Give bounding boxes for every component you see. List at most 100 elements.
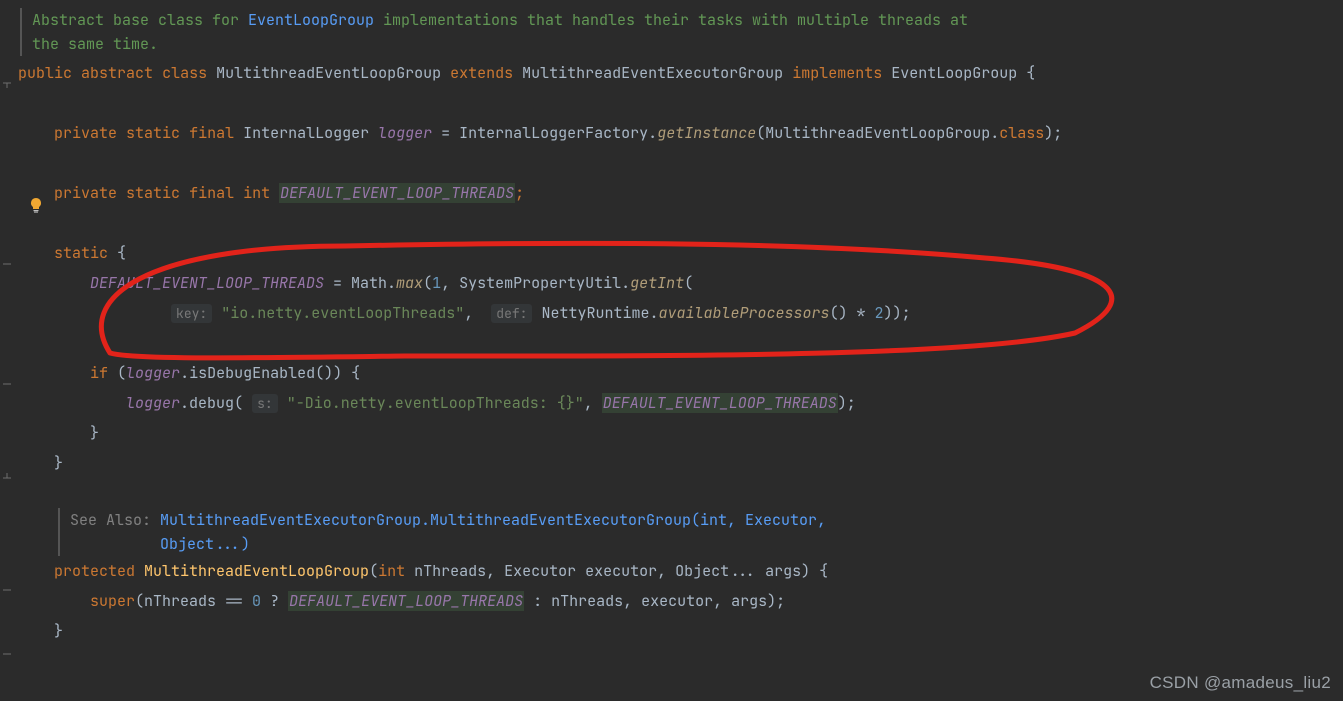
field-ref: logger (126, 363, 180, 383)
kw-static: static (126, 123, 180, 143)
cls-ref: SystemPropertyUtil. (459, 273, 630, 293)
code-line[interactable]: } (0, 448, 1343, 478)
blank-line[interactable] (0, 148, 1343, 178)
doc-see: See Also: (70, 510, 151, 530)
doc-link[interactable]: MultithreadEventExecutorGroup.Multithrea… (160, 510, 826, 530)
fold-marker-icon[interactable] (0, 258, 14, 272)
kw-super: super (90, 591, 135, 611)
field-ref: logger (126, 393, 180, 413)
code-line[interactable]: key: "io.netty.eventLoopThreads", def: N… (0, 298, 1343, 328)
eq: = (432, 123, 459, 143)
method-call: availableProcessors (659, 303, 830, 323)
string-literal: "-Dio.netty.eventLoopThreads: {}" (287, 393, 584, 413)
kw-extends: extends (450, 63, 513, 83)
kw-public: public (18, 63, 72, 83)
doc-text: Abstract base class for (32, 10, 248, 30)
txt: = Math. (324, 273, 396, 293)
brace: { (1017, 63, 1035, 83)
txt: : nThreads, executor, args); (524, 591, 785, 611)
field-ref: DEFAULT_EVENT_LOOP_THREADS (288, 591, 524, 611)
kw-static: static (126, 183, 180, 203)
kw-int: int (243, 183, 270, 203)
code-line[interactable]: DEFAULT_EVENT_LOOP_THREADS = Math.max(1,… (0, 268, 1343, 298)
brace: } (90, 423, 99, 443)
blank-line[interactable] (0, 208, 1343, 238)
doc-text: the same time. (32, 34, 158, 54)
doc-link[interactable]: Object...) (160, 534, 250, 554)
brace: } (54, 621, 63, 641)
code-line[interactable]: public abstract class MultithreadEventLo… (0, 58, 1343, 88)
txt: () * (830, 303, 875, 323)
kw-classlit: class (999, 123, 1044, 143)
code-line[interactable]: protected MultithreadEventLoopGroup(int … (0, 556, 1343, 586)
ctor-name: MultithreadEventLoopGroup (144, 561, 369, 581)
semi: ; (515, 183, 524, 203)
intention-bulb-icon[interactable] (28, 197, 44, 213)
txt: ? (261, 591, 288, 611)
string-literal: "io.netty.eventLoopThreads" (221, 303, 464, 323)
fold-marker-icon[interactable] (0, 77, 14, 91)
kw-class: class (162, 63, 207, 83)
comma: , (584, 393, 602, 413)
super-class: MultithreadEventExecutorGroup (522, 63, 783, 83)
end: ); (1044, 123, 1062, 143)
args: (MultithreadEventLoopGroup. (756, 123, 999, 143)
kw-private: private (54, 183, 117, 203)
comma: , (464, 303, 482, 323)
fold-marker-icon[interactable] (0, 378, 14, 392)
txt: .isDebugEnabled()) { (180, 363, 360, 383)
txt: .debug( (180, 393, 243, 413)
blank-line[interactable] (0, 478, 1343, 508)
field-ref: DEFAULT_EVENT_LOOP_THREADS (90, 273, 324, 293)
p: ( (108, 363, 126, 383)
kw-abstract: abstract (81, 63, 153, 83)
code-line[interactable]: } (0, 616, 1343, 646)
kw-int: int (378, 561, 405, 581)
javadoc-ctor: See Also: MultithreadEventExecutorGroup.… (58, 508, 1343, 556)
kw-private: private (54, 123, 117, 143)
kw-if: if (90, 363, 108, 383)
comma: , (441, 273, 459, 293)
p: ( (684, 273, 693, 293)
fold-marker-icon[interactable] (0, 644, 14, 658)
code-line[interactable]: super(nThreads == 0 ? DEFAULT_EVENT_LOOP… (0, 586, 1343, 616)
const-name: DEFAULT_EVENT_LOOP_THREADS (279, 183, 515, 203)
field-ref: DEFAULT_EVENT_LOOP_THREADS (602, 393, 838, 413)
brace: { (108, 243, 126, 263)
fold-marker-icon[interactable] (0, 584, 14, 598)
method-call: max (396, 273, 423, 293)
code-line[interactable]: } (0, 418, 1343, 448)
factory: InternalLoggerFactory. (459, 123, 657, 143)
param-hint: s: (252, 394, 278, 413)
doc-text: implementations that handles their tasks… (374, 10, 968, 30)
method-call: getInt (630, 273, 684, 293)
p: ( (423, 273, 432, 293)
type: InternalLogger (243, 123, 369, 143)
method-call: getInstance (657, 123, 756, 143)
cls-ref: NettyRuntime. (542, 303, 659, 323)
txt: (nThreads == (135, 591, 252, 611)
end: )); (884, 303, 911, 323)
p: ( (369, 561, 378, 581)
doc-link-eventloopgroup[interactable]: EventLoopGroup (248, 10, 374, 30)
end: ); (838, 393, 856, 413)
code-line[interactable]: logger.debug( s: "-Dio.netty.eventLoopTh… (0, 388, 1343, 418)
code-line-caret[interactable]: private static final int DEFAULT_EVENT_L… (0, 178, 1343, 208)
num: 0 (252, 591, 261, 611)
params: nThreads, Executor executor, Object... a… (405, 561, 828, 581)
blank-line[interactable] (0, 88, 1343, 118)
watermark: CSDN @amadeus_liu2 (1150, 673, 1331, 693)
kw-final: final (189, 183, 234, 203)
code-editor[interactable]: Abstract base class for EventLoopGroup i… (0, 0, 1343, 701)
fold-marker-icon[interactable] (0, 468, 14, 482)
num: 1 (432, 273, 441, 293)
code-line[interactable]: private static final InternalLogger logg… (0, 118, 1343, 148)
kw-static: static (54, 243, 108, 263)
blank-line[interactable] (0, 328, 1343, 358)
code-line[interactable]: if (logger.isDebugEnabled()) { (0, 358, 1343, 388)
iface-name: EventLoopGroup (891, 63, 1017, 83)
code-line[interactable]: static { (0, 238, 1343, 268)
brace: } (54, 453, 63, 473)
num: 2 (875, 303, 884, 323)
field-name: logger (378, 123, 432, 143)
